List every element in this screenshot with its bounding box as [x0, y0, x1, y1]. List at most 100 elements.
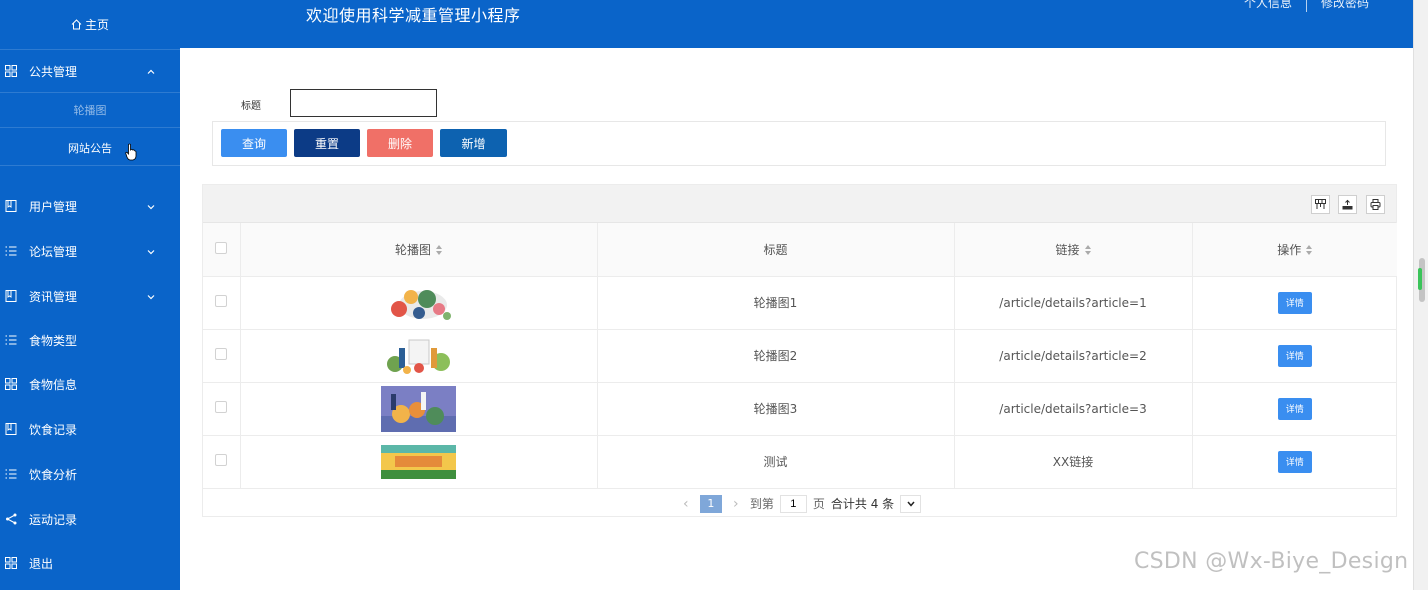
table-row: 测试 XX链接 详情	[203, 435, 1397, 489]
sidebar-item-label: 饮食记录	[29, 422, 78, 437]
carousel-image-cell	[240, 435, 598, 489]
detail-button[interactable]: 详情	[1277, 344, 1312, 367]
action-cell: 详情	[1192, 276, 1397, 330]
hand-cursor-icon	[125, 143, 137, 161]
sidebar-item-label: 退出	[29, 556, 54, 571]
sidebar-item-news[interactable]: 资讯管理	[0, 285, 180, 307]
chevron-up-icon	[146, 66, 156, 76]
chevron-down-icon	[907, 501, 915, 507]
action-cell: 详情	[1192, 435, 1397, 489]
submenu-item-carousel[interactable]: 轮播图	[0, 92, 180, 128]
sort-icon[interactable]	[436, 245, 442, 256]
sidebar-home-label: 主页	[84, 18, 109, 32]
chevron-down-icon	[146, 291, 156, 301]
book-icon	[5, 290, 17, 302]
sidebar-item-users[interactable]: 用户管理	[0, 195, 180, 217]
sidebar-item-label: 食物信息	[29, 377, 78, 392]
row-select-cell	[203, 329, 241, 383]
carousel-image-cell	[240, 276, 598, 330]
carousel-thumbnail	[391, 289, 451, 320]
sort-icon[interactable]	[1084, 245, 1091, 256]
page-size-select[interactable]	[900, 494, 922, 513]
sidebar-item-public[interactable]: 公共管理	[0, 60, 180, 82]
link-cell: /article/details?article=1	[954, 276, 1193, 330]
page-title: 欢迎使用科学减重管理小程序	[306, 6, 521, 25]
table-header-row: 轮播图 标题 链接 操作	[203, 223, 1397, 277]
page-number-current[interactable]: 1	[699, 494, 722, 513]
sidebar-item-logout[interactable]: 退出	[0, 552, 180, 574]
delete-button[interactable]: 删除	[367, 129, 433, 157]
table-row: 轮播图1 /article/details?article=1 详情	[203, 276, 1397, 330]
title-search-label: 标题	[241, 101, 261, 112]
table-toolbar	[203, 185, 1396, 223]
link-cell: /article/details?article=2	[954, 329, 1193, 383]
grid-icon	[5, 65, 17, 77]
home-icon	[71, 19, 82, 30]
carousel-thumbnail	[381, 444, 456, 479]
sidebar-item-label: 运动记录	[29, 512, 78, 527]
row-checkbox[interactable]	[215, 348, 228, 360]
goto-label: 到第	[749, 497, 774, 511]
header-links: 个人信息 修改密码	[1230, 0, 1383, 12]
title-search-input[interactable]	[290, 89, 437, 117]
title-cell: 轮播图1	[597, 276, 955, 330]
add-button[interactable]: 新增	[440, 129, 507, 157]
scroll-indicator	[1418, 268, 1422, 290]
sidebar-item-forum[interactable]: 论坛管理	[0, 240, 180, 262]
share-icon	[5, 513, 17, 525]
column-header-title: 标题	[597, 223, 955, 277]
table-row: 轮播图2 /article/details?article=2 详情	[203, 329, 1397, 383]
top-header: 欢迎使用科学减重管理小程序 个人信息 修改密码	[180, 0, 1413, 48]
column-header-carousel[interactable]: 轮播图	[240, 223, 598, 277]
prev-page-icon[interactable]: ‹	[678, 496, 694, 512]
pagination: ‹ 1 › 到第 页 合计共 4 条	[203, 489, 1396, 519]
change-password-link[interactable]: 修改密码	[1307, 0, 1383, 12]
submenu-item-label: 网站公告	[68, 142, 112, 155]
row-checkbox[interactable]	[215, 401, 228, 413]
detail-button[interactable]: 详情	[1277, 450, 1312, 473]
carousel-thumbnail	[387, 339, 450, 374]
submenu-item-notice[interactable]: 网站公告	[0, 131, 180, 166]
list-icon	[5, 245, 17, 257]
chevron-down-icon	[146, 246, 156, 256]
reset-button[interactable]: 重置	[294, 129, 360, 157]
column-header-action[interactable]: 操作	[1192, 223, 1397, 277]
sidebar-item-diet-analysis[interactable]: 饮食分析	[0, 463, 180, 485]
columns-filter-icon[interactable]	[1311, 195, 1330, 214]
sidebar-item-food-type[interactable]: 食物类型	[0, 329, 180, 351]
detail-button[interactable]: 详情	[1277, 291, 1312, 314]
carousel-table: 轮播图 标题 链接 操作 轮播图1 /article/details?artic…	[203, 223, 1397, 489]
sidebar-item-exercise[interactable]: 运动记录	[0, 508, 180, 530]
list-icon	[5, 468, 17, 480]
detail-button[interactable]: 详情	[1277, 397, 1312, 420]
profile-link[interactable]: 个人信息	[1230, 0, 1306, 12]
sort-icon[interactable]	[1306, 245, 1313, 256]
export-icon[interactable]	[1338, 195, 1357, 214]
sidebar-item-label: 资讯管理	[29, 289, 78, 304]
submenu-item-label: 轮播图	[73, 104, 107, 117]
sidebar-item-diet-record[interactable]: 饮食记录	[0, 418, 180, 440]
sidebar: 主页 公共管理 轮播图 网站公告 用户管理 论坛管理 资讯管理 食物类型 食物信…	[0, 0, 180, 590]
row-checkbox[interactable]	[215, 295, 228, 307]
sidebar-item-label: 饮食分析	[29, 467, 78, 482]
title-cell: 测试	[597, 435, 955, 489]
next-page-icon[interactable]: ›	[728, 496, 744, 512]
column-header-link[interactable]: 链接	[954, 223, 1193, 277]
sidebar-item-label: 公共管理	[29, 64, 78, 79]
goto-page-input[interactable]	[779, 494, 807, 513]
sidebar-item-food-info[interactable]: 食物信息	[0, 373, 180, 395]
row-select-cell	[203, 435, 241, 489]
select-all-checkbox[interactable]	[215, 241, 228, 254]
row-checkbox[interactable]	[215, 454, 228, 466]
page-scrollbar[interactable]	[1413, 0, 1428, 590]
sidebar-home[interactable]: 主页	[0, 0, 180, 50]
print-icon[interactable]	[1366, 195, 1385, 214]
carousel-image-cell	[240, 329, 598, 383]
select-all-cell	[203, 223, 241, 277]
title-cell: 轮播图2	[597, 329, 955, 383]
page-unit-label: 页	[812, 497, 825, 511]
grid-icon	[5, 378, 17, 390]
query-button[interactable]: 查询	[221, 129, 287, 157]
action-cell: 详情	[1192, 382, 1397, 436]
watermark: CSDN @Wx-Biye_Design	[1134, 549, 1409, 574]
